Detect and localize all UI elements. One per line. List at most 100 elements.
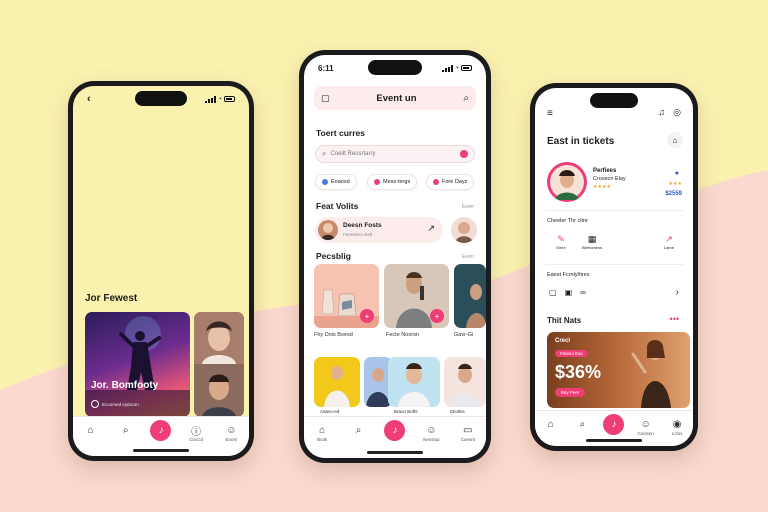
copy-icon[interactable]: ▣ <box>565 288 573 297</box>
section-title-features: Cheeler Thr citre <box>547 218 588 224</box>
more-icon[interactable]: ••• <box>670 314 679 324</box>
chip-category-1[interactable]: Eoaosd <box>315 174 357 190</box>
see-all-link[interactable]: Eerer <box>462 254 474 260</box>
featured-event-row[interactable]: Deesn Fosts Fereeeiso-Bstl ↗ <box>315 217 443 243</box>
tab-search[interactable]: ⌕ <box>567 417 597 431</box>
profile-avatar[interactable] <box>547 162 587 202</box>
signal-icon <box>441 64 453 72</box>
chevron-right-icon[interactable]: › <box>676 287 679 298</box>
tab-home[interactable]: ⌂ <box>76 423 106 437</box>
profile-name: Perfiees <box>593 168 617 174</box>
grid-label-3: Braun Bofts <box>394 409 418 414</box>
grid-card-3[interactable] <box>388 357 440 407</box>
promo-card[interactable]: Crecl Fetesd Eas $36% Bay Feer <box>547 332 690 408</box>
tab-people[interactable]: ☺ Coissen <box>631 417 661 437</box>
search-icon: ⌕ <box>322 149 327 158</box>
home-icon: ⌂ <box>319 424 326 436</box>
tab-info[interactable]: ⓘ Cioccd <box>181 423 211 443</box>
event-card-1[interactable]: + <box>314 264 379 328</box>
signal-icon <box>204 95 216 103</box>
search-icon[interactable]: ⌕ <box>463 93 469 104</box>
ticket-icon: ♪ <box>150 420 172 441</box>
tab-home[interactable]: ⌂ <box>536 417 566 431</box>
back-icon[interactable]: ‹ <box>87 94 91 105</box>
grid-label-1: Adaso-ed <box>320 409 340 414</box>
status-time: 6:11 <box>318 63 334 73</box>
chip-category-3[interactable]: Fore Dayz <box>426 174 475 190</box>
notch <box>135 91 187 106</box>
card-label-1: Fhy Dois Boesd <box>314 332 353 338</box>
tickets-icon: ▭ <box>463 424 473 436</box>
home-indicator <box>586 439 642 442</box>
phone-left: ‹ ◔ Jor Fewest Jor. Bomfooty Ecoomed ejo… <box>68 81 254 461</box>
battery-icon <box>461 65 472 71</box>
card-label-2: Fecte Noorsn <box>386 332 420 338</box>
profile-rating: ★★★★ <box>593 184 611 190</box>
tab-profile[interactable]: ☺ Eoors <box>216 423 246 443</box>
featured-event-card[interactable]: Jor. Bomfooty Ecoomed ejoiscon <box>85 312 190 417</box>
grid-card-1[interactable] <box>314 357 360 407</box>
info-icon: ⓘ <box>191 426 202 438</box>
section-title-featured: Feat Volits <box>316 201 359 211</box>
tab-tickets[interactable]: ▭ Coesrit <box>453 423 483 443</box>
calendar-icon[interactable]: ▢ <box>321 93 330 104</box>
rating-right: ★★★ <box>668 181 682 187</box>
tab-center[interactable]: ♪ <box>146 420 176 441</box>
divider <box>545 210 683 211</box>
friend-avatar[interactable] <box>451 217 477 243</box>
chip-icon <box>433 179 439 185</box>
event-card-3[interactable] <box>454 264 486 328</box>
tab-people[interactable]: ☺ Nesstop <box>416 423 446 443</box>
search-field[interactable]: ⌕ Coeilt Reosrtarry <box>315 145 475 163</box>
bag-icon[interactable]: ⌂ <box>667 132 683 148</box>
action-share[interactable]: ↗ Lame <box>657 234 681 250</box>
tab-profile[interactable]: ◉ Lctos <box>662 417 692 437</box>
profile-icon: ☺ <box>226 424 237 436</box>
notch <box>368 60 422 75</box>
person-image <box>450 363 480 407</box>
tab-search[interactable]: ⌕ <box>344 423 374 437</box>
notch <box>590 93 638 108</box>
filter-icon[interactable] <box>460 150 468 158</box>
settings-icon[interactable]: ◎ <box>673 107 681 118</box>
phone-right: ≡ ♫ ◎ East in tickets ⌂ Perfiees Crosecn… <box>530 83 698 451</box>
promo-button[interactable]: Bay Feer <box>555 388 586 397</box>
add-button[interactable]: + <box>360 309 374 323</box>
home-indicator <box>367 451 423 454</box>
grid-label-4: Ebolles <box>450 409 465 414</box>
divider <box>545 264 683 265</box>
menu-icon[interactable]: ≡ <box>547 108 553 119</box>
action-schedule[interactable]: ▦ Bietroniens <box>575 234 609 250</box>
tab-search[interactable]: ⌕ <box>111 423 141 437</box>
featured-caption-row: Ecoomed ejoiscon <box>91 400 139 408</box>
tab-home[interactable]: ⌂ Bcak <box>307 423 337 443</box>
location-icon: ● <box>674 170 679 177</box>
page-title: Event un <box>376 92 417 104</box>
phone-left-screen: ‹ ◔ Jor Fewest Jor. Bomfooty Ecoomed ejo… <box>73 86 249 456</box>
artist-card[interactable] <box>194 312 244 417</box>
event-name: Deesn Fosts <box>343 222 382 229</box>
chip-icon <box>322 179 328 185</box>
tab-center[interactable]: ♪ <box>599 414 629 435</box>
music-icon[interactable]: ♫ <box>658 107 665 117</box>
featured-title: Jor. Bomfooty <box>91 380 159 391</box>
add-button[interactable]: + <box>430 309 444 323</box>
arrow-icon: ↗ <box>427 223 435 233</box>
event-card-2[interactable]: + <box>384 264 449 328</box>
section-title-categories: Toert curres <box>316 128 365 138</box>
calendar-icon: ▦ <box>587 234 597 244</box>
chat-icon[interactable]: ▢ <box>549 288 557 297</box>
see-all-link[interactable]: Eerer <box>462 204 474 210</box>
link-icon[interactable]: ∞ <box>580 288 586 297</box>
chip-category-2[interactable]: Mess-tergs <box>367 174 418 190</box>
grid-card-4[interactable] <box>444 357 486 407</box>
action-draw[interactable]: ✎ Eiere <box>549 234 573 250</box>
pen-icon: ✎ <box>557 234 565 244</box>
people-icon: ☺ <box>640 418 651 430</box>
wifi-icon: ◔ <box>217 95 222 103</box>
share-icon: ↗ <box>665 234 673 244</box>
tab-center[interactable]: ♪ <box>380 420 410 441</box>
section-title-popular: Pecsblig <box>316 251 351 261</box>
promo-percent: $36% <box>555 362 602 382</box>
section-title: Jor Fewest <box>85 293 138 304</box>
